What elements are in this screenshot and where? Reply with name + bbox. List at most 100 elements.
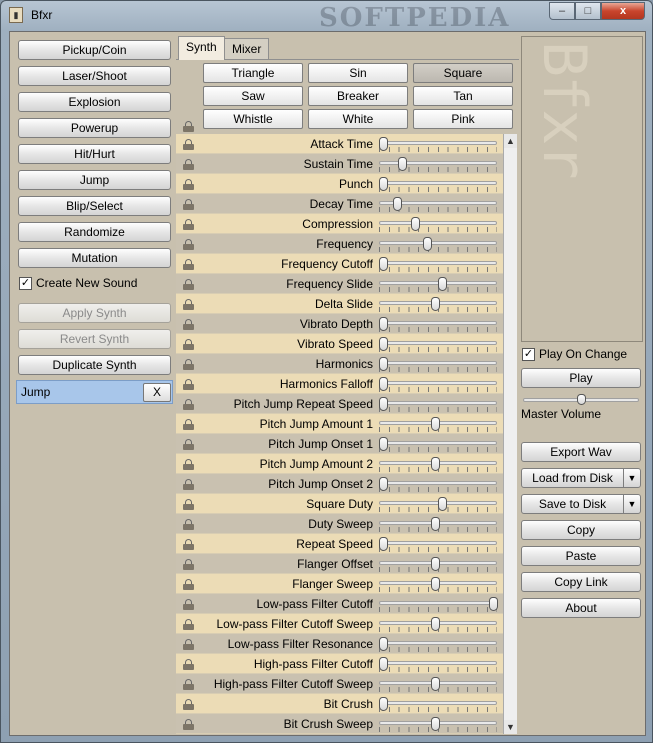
waveform-button-saw[interactable]: Saw (203, 86, 303, 106)
param-slider[interactable] (379, 174, 497, 194)
scroll-down-icon[interactable]: ▼ (504, 720, 517, 734)
minimize-button[interactable]: – (549, 2, 575, 20)
waveform-button-pink[interactable]: Pink (413, 109, 513, 129)
param-slider[interactable] (379, 434, 497, 454)
lock-icon[interactable] (183, 459, 194, 470)
lock-icon[interactable] (183, 179, 194, 190)
sound-slot[interactable]: Jump X (16, 380, 173, 404)
param-slider[interactable] (379, 534, 497, 554)
copy-button[interactable]: Copy (521, 520, 641, 540)
play-on-change-checkbox[interactable]: ✓ Play On Change (522, 347, 627, 361)
slider-knob[interactable] (423, 237, 432, 251)
param-slider[interactable] (379, 394, 497, 414)
param-slider[interactable] (379, 414, 497, 434)
slider-knob[interactable] (379, 357, 388, 371)
tab-mixer[interactable]: Mixer (224, 38, 270, 60)
waveform-lock-icon[interactable] (183, 121, 194, 132)
chevron-down-icon[interactable]: ▼ (623, 468, 641, 488)
slider-knob[interactable] (379, 637, 388, 651)
lock-icon[interactable] (183, 439, 194, 450)
waveform-button-white[interactable]: White (308, 109, 408, 129)
generator-button-jump[interactable]: Jump (18, 170, 171, 190)
generator-button-laser-shoot[interactable]: Laser/Shoot (18, 66, 171, 86)
param-slider[interactable] (379, 374, 497, 394)
revert-synth-button[interactable]: Revert Synth (18, 329, 171, 349)
bfxr-app-icon[interactable]: ▮ (9, 7, 23, 23)
param-slider[interactable] (379, 554, 497, 574)
slider-knob[interactable] (379, 397, 388, 411)
param-slider[interactable] (379, 614, 497, 634)
param-slider[interactable] (379, 354, 497, 374)
lock-icon[interactable] (183, 139, 194, 150)
about-button[interactable]: About (521, 598, 641, 618)
slider-knob[interactable] (379, 477, 388, 491)
lock-icon[interactable] (183, 259, 194, 270)
slider-knob[interactable] (379, 177, 388, 191)
maximize-button[interactable]: □ (575, 2, 601, 20)
param-slider[interactable] (379, 314, 497, 334)
lock-icon[interactable] (183, 559, 194, 570)
lock-icon[interactable] (183, 519, 194, 530)
slider-knob[interactable] (430, 577, 440, 591)
param-slider[interactable] (379, 594, 498, 614)
lock-icon[interactable] (183, 499, 194, 510)
lock-icon[interactable] (183, 379, 194, 390)
lock-icon[interactable] (183, 679, 194, 690)
lock-icon[interactable] (183, 639, 194, 650)
generator-button-powerup[interactable]: Powerup (18, 118, 171, 138)
lock-icon[interactable] (183, 599, 194, 610)
slider-knob[interactable] (379, 377, 388, 391)
slider-knob[interactable] (379, 657, 388, 671)
slider-knob[interactable] (379, 537, 388, 551)
slider-knob[interactable] (438, 497, 448, 511)
lock-icon[interactable] (183, 359, 194, 370)
slider-knob[interactable] (430, 717, 440, 731)
delete-slot-button[interactable]: X (143, 383, 171, 402)
chevron-down-icon[interactable]: ▼ (623, 494, 641, 514)
apply-synth-button[interactable]: Apply Synth (18, 303, 171, 323)
param-slider[interactable] (379, 154, 497, 174)
master-volume-slider[interactable] (523, 394, 639, 406)
param-slider[interactable] (379, 294, 497, 314)
lock-icon[interactable] (183, 719, 194, 730)
waveform-button-triangle[interactable]: Triangle (203, 63, 303, 83)
lock-icon[interactable] (183, 339, 194, 350)
lock-icon[interactable] (183, 199, 194, 210)
lock-icon[interactable] (183, 619, 194, 630)
lock-icon[interactable] (183, 159, 194, 170)
slider-knob[interactable] (430, 297, 440, 311)
slider-knob[interactable] (379, 137, 388, 151)
param-slider[interactable] (379, 694, 497, 714)
param-slider[interactable] (379, 714, 497, 734)
scroll-up-icon[interactable]: ▲ (504, 134, 517, 148)
param-slider[interactable] (379, 514, 497, 534)
slider-knob[interactable] (379, 437, 388, 451)
generator-button-mutation[interactable]: Mutation (18, 248, 171, 268)
slider-knob[interactable] (397, 157, 407, 171)
param-slider[interactable] (379, 254, 497, 274)
slider-knob[interactable] (430, 617, 440, 631)
generator-button-randomize[interactable]: Randomize (18, 222, 171, 242)
slider-knob[interactable] (393, 197, 403, 211)
close-button[interactable]: x (601, 2, 645, 20)
slider-knob[interactable] (430, 677, 440, 691)
param-slider[interactable] (379, 574, 497, 594)
lock-icon[interactable] (183, 319, 194, 330)
checkbox-icon[interactable]: ✓ (19, 276, 32, 290)
slider-knob[interactable] (430, 557, 440, 571)
param-slider[interactable] (379, 634, 497, 654)
param-slider[interactable] (379, 494, 497, 514)
slider-knob[interactable] (410, 217, 420, 231)
generator-button-explosion[interactable]: Explosion (18, 92, 171, 112)
slider-knob[interactable] (430, 417, 440, 431)
lock-icon[interactable] (183, 419, 194, 430)
lock-icon[interactable] (183, 239, 194, 250)
create-new-sound-checkbox[interactable]: ✓ Create New Sound (19, 276, 137, 290)
waveform-button-breaker[interactable]: Breaker (308, 86, 408, 106)
export-wav-button[interactable]: Export Wav (521, 442, 641, 462)
waveform-button-whistle[interactable]: Whistle (203, 109, 303, 129)
generator-button-blip-select[interactable]: Blip/Select (18, 196, 171, 216)
param-slider[interactable] (379, 334, 497, 354)
slider-knob[interactable] (379, 697, 388, 711)
waveform-button-tan[interactable]: Tan (413, 86, 513, 106)
